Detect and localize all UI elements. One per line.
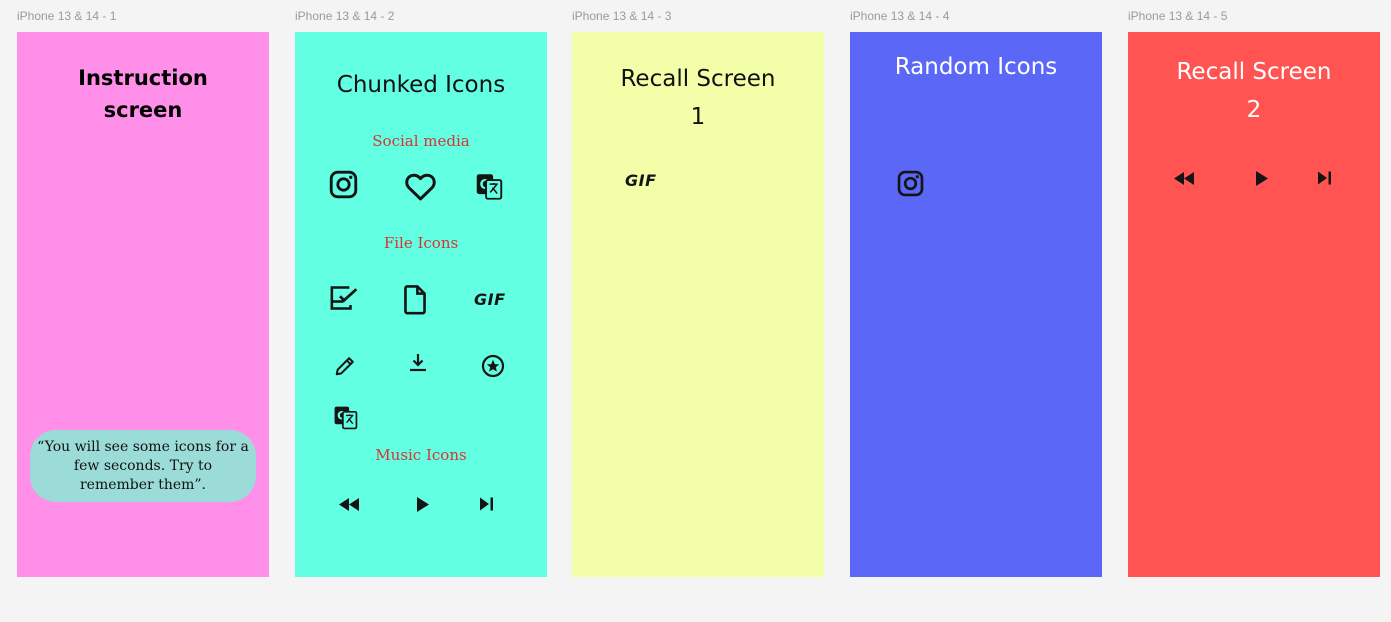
star-circle-icon[interactable] [481,354,505,378]
pencil-icon[interactable] [334,355,356,377]
frame-label-1: iPhone 13 & 14 - 1 [17,9,117,23]
gif-icon[interactable]: GIF [625,171,657,190]
instruction-message-bubble: “You will see some icons for a few secon… [30,430,256,502]
download-icon[interactable] [408,352,428,372]
chunked-icons-title: Chunked Icons [336,72,506,98]
random-icons-title: Random Icons [894,54,1058,80]
frame-label-4: iPhone 13 & 14 - 4 [850,9,950,23]
frame-instruction-screen[interactable]: Instruction screen “You will see some ic… [17,32,269,577]
translate-icon[interactable]: G [475,172,503,201]
play-icon[interactable] [416,497,429,512]
recall-screen-2-title-line1: Recall Screen [1176,59,1332,85]
frame-random-icons[interactable]: Random Icons [850,32,1102,577]
translate-icon[interactable]: G [333,405,358,430]
instruction-title: Instruction screen [17,62,269,126]
gif-icon[interactable]: GIF [474,290,506,309]
recall-screen-1-title-line1: Recall Screen [620,66,776,92]
instruction-message-text: “You will see some icons for a few secon… [37,438,249,493]
frame-recall-screen-1[interactable]: Recall Screen 1 GIF [572,32,824,577]
rewind-icon[interactable] [1173,172,1195,185]
recall-screen-1-title-line2: 1 [690,104,706,130]
section-label-file-icons: File Icons [383,234,459,252]
skip-next-icon[interactable] [1317,171,1332,185]
instagram-icon[interactable] [896,169,925,198]
play-icon[interactable] [1255,171,1268,186]
frame-label-5: iPhone 13 & 14 - 5 [1128,9,1228,23]
recall-screen-2-title-line2: 2 [1246,97,1262,123]
heart-icon[interactable] [404,171,437,201]
recall-screen-1-title: Recall Screen 1 [572,60,824,136]
instruction-title-line1: Instruction [78,66,208,90]
frame-chunked-icons[interactable]: Chunked Icons Social media G File Icons … [295,32,547,577]
file-icon[interactable] [403,284,427,315]
instagram-icon[interactable] [328,169,359,200]
frame-label-2: iPhone 13 & 14 - 2 [295,9,395,23]
section-label-social-media: Social media [372,132,470,150]
rewind-icon[interactable] [338,498,360,511]
frame-label-3: iPhone 13 & 14 - 3 [572,9,672,23]
edit-note-icon[interactable] [328,284,359,312]
recall-screen-2-title: Recall Screen 2 [1128,53,1380,129]
instruction-title-line2: screen [103,98,183,122]
section-label-music-icons: Music Icons [375,446,467,464]
skip-next-icon[interactable] [479,497,494,511]
frame-recall-screen-2[interactable]: Recall Screen 2 [1128,32,1380,577]
